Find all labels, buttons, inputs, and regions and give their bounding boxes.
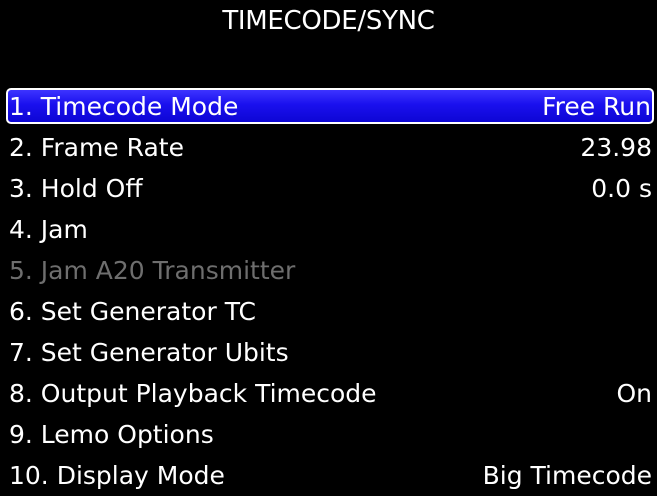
menu-item-frame-rate[interactable]: 2. Frame Rate 23.98 xyxy=(6,127,654,168)
menu-item-label: 10. Display Mode xyxy=(9,461,225,490)
menu-item-set-generator-ubits[interactable]: 7. Set Generator Ubits xyxy=(6,332,654,373)
menu-item-label: 3. Hold Off xyxy=(9,174,143,203)
menu-item-timecode-mode[interactable]: 1. Timecode Mode Free Run xyxy=(6,88,654,124)
menu-item-jam-a20-transmitter: 5. Jam A20 Transmitter xyxy=(6,250,654,291)
menu-item-value: Free Run xyxy=(542,91,651,121)
menu-item-label: 2. Frame Rate xyxy=(9,133,184,162)
page-title: TIMECODE/SYNC xyxy=(222,6,435,36)
menu-item-value: On xyxy=(616,379,652,408)
menu-item-hold-off[interactable]: 3. Hold Off 0.0 s xyxy=(6,168,654,209)
menu-item-label: 1. Timecode Mode xyxy=(9,91,239,121)
device-screen: TIMECODE/SYNC 1. Timecode Mode Free Run … xyxy=(0,0,657,491)
menu-item-label: 8. Output Playback Timecode xyxy=(9,379,377,408)
menu-item-value: 23.98 xyxy=(580,133,652,162)
menu-item-set-generator-tc[interactable]: 6. Set Generator TC xyxy=(6,291,654,332)
menu-item-label: 4. Jam xyxy=(9,215,88,244)
menu-item-lemo-options[interactable]: 9. Lemo Options xyxy=(6,414,654,455)
menu-item-label: 7. Set Generator Ubits xyxy=(9,338,289,367)
menu-item-label: 9. Lemo Options xyxy=(9,420,214,449)
menu-item-value: 0.0 s xyxy=(591,174,652,203)
menu-item-label: 6. Set Generator TC xyxy=(9,297,256,326)
menu-item-label: 5. Jam A20 Transmitter xyxy=(9,256,296,285)
menu-item-output-playback-timecode[interactable]: 8. Output Playback Timecode On xyxy=(6,373,654,414)
menu-item-jam[interactable]: 4. Jam xyxy=(6,209,654,250)
menu-item-display-mode[interactable]: 10. Display Mode Big Timecode xyxy=(6,455,654,496)
menu-list: 1. Timecode Mode Free Run 2. Frame Rate … xyxy=(6,88,654,496)
menu-item-value: Big Timecode xyxy=(482,461,652,490)
